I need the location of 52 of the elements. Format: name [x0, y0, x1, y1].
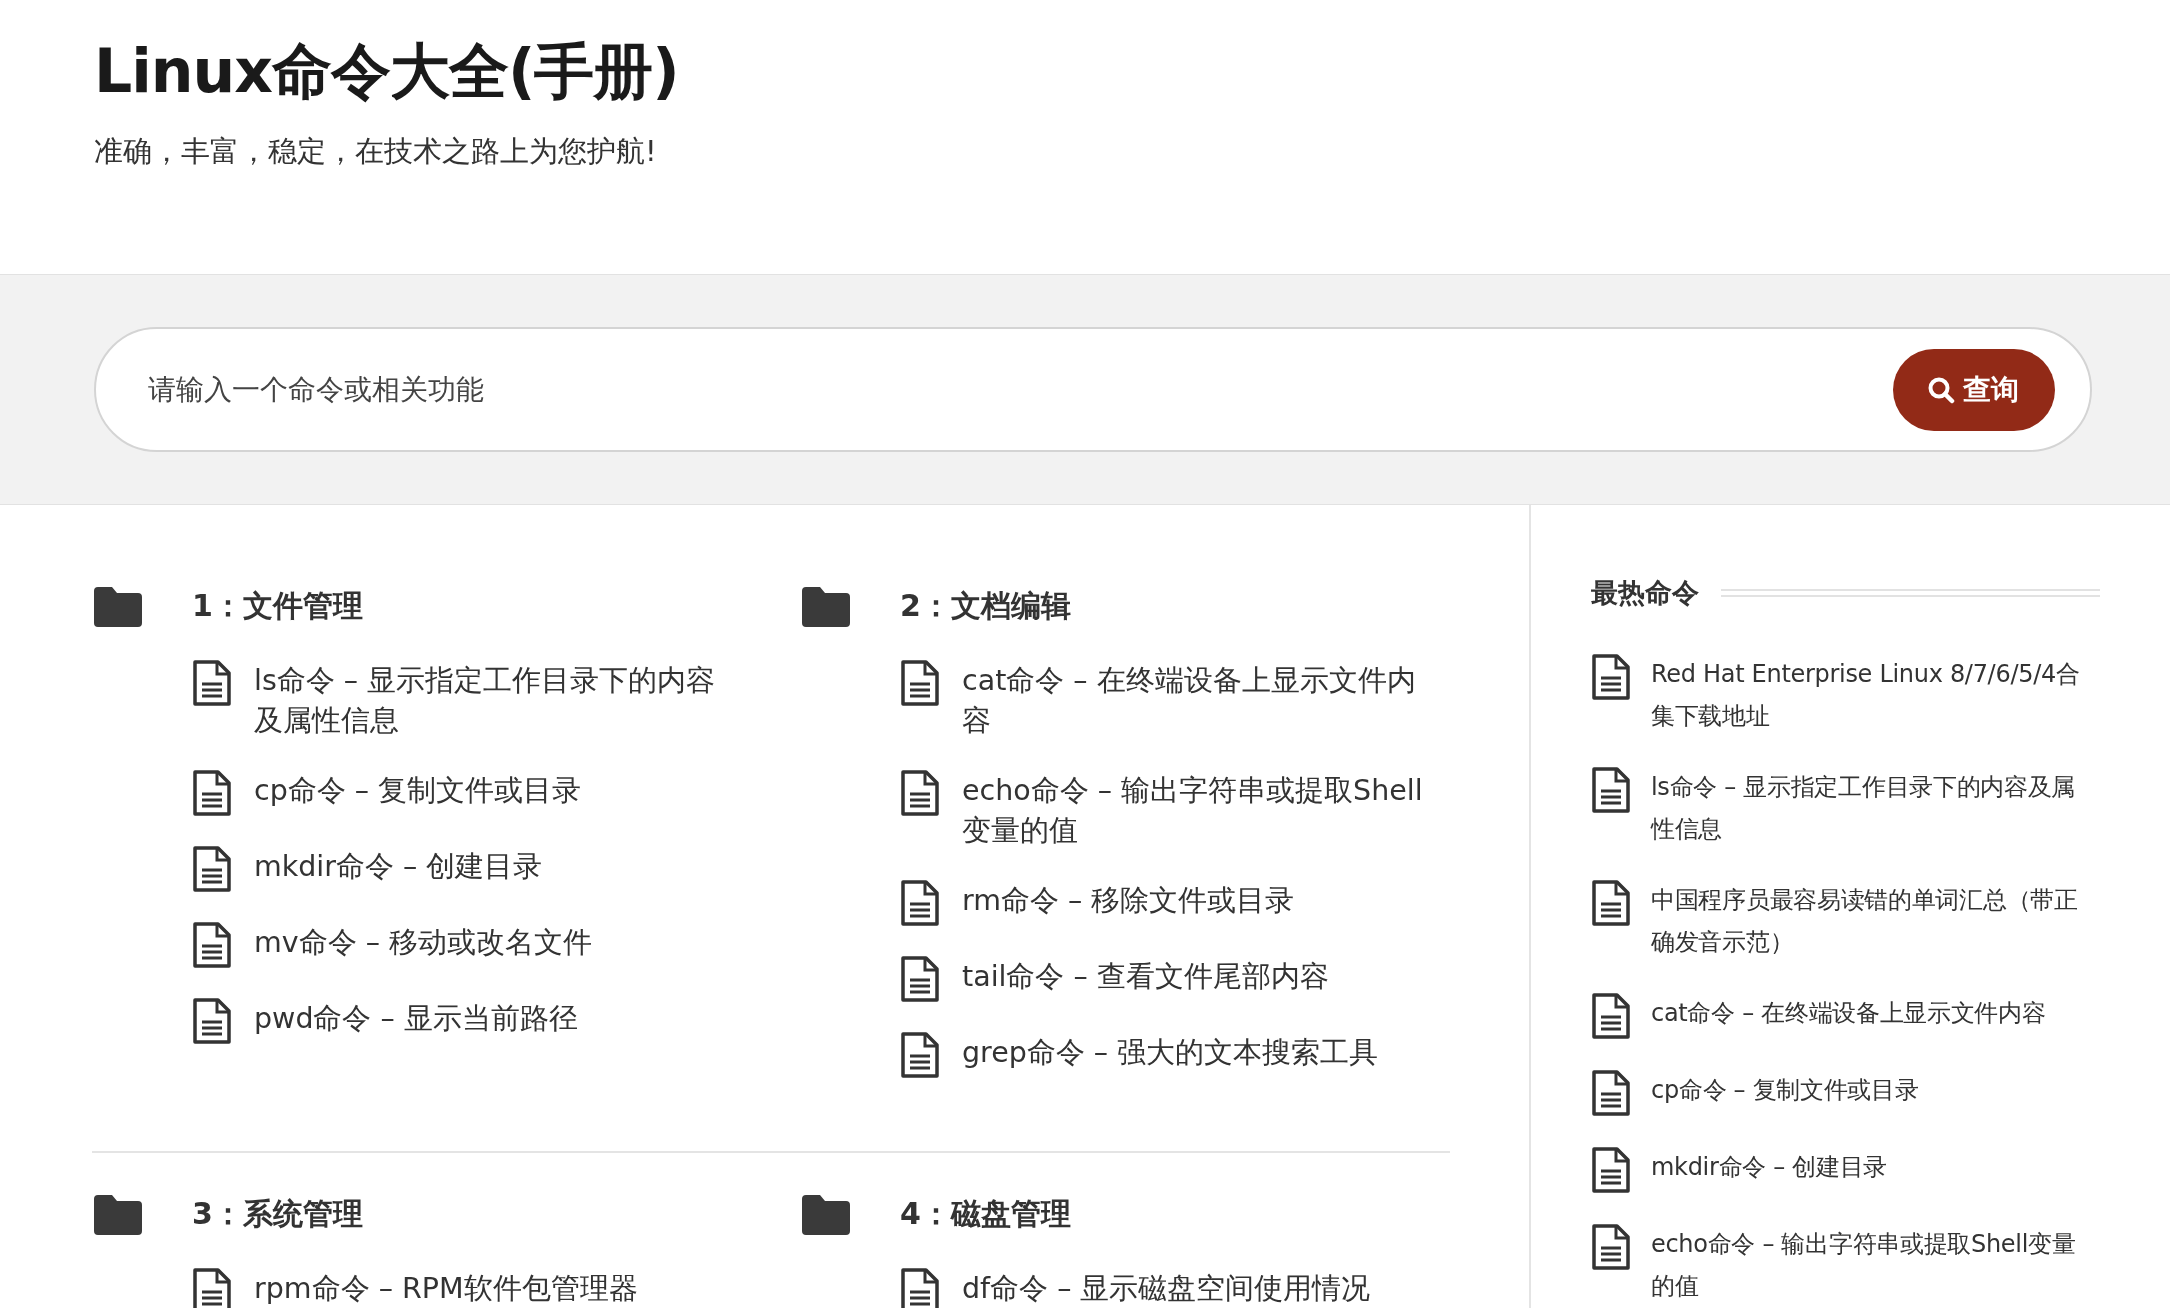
command-link[interactable]: tail命令 – 查看文件尾部内容	[962, 957, 1329, 997]
search-icon	[1927, 375, 1955, 404]
search-field[interactable]: 请输入一个命令或相关功能 查询	[94, 327, 2092, 452]
command-link[interactable]: pwd命令 – 显示当前路径	[254, 999, 578, 1039]
document-icon	[192, 845, 232, 893]
document-icon	[900, 659, 940, 707]
hot-command-link[interactable]: cp命令 – 复制文件或目录	[1651, 1069, 1919, 1111]
sidebar-heading: 最热命令	[1591, 576, 1699, 610]
document-icon	[1591, 766, 1631, 814]
command-link[interactable]: ls命令 – 显示指定工作目录下的内容及属性信息	[254, 661, 724, 741]
command-link[interactable]: rpm命令 – RPM软件包管理器	[254, 1269, 638, 1308]
document-icon	[192, 769, 232, 817]
command-link[interactable]: grep命令 – 强大的文本搜索工具	[962, 1033, 1379, 1073]
folder-icon	[800, 585, 852, 627]
document-icon	[900, 1267, 940, 1308]
hot-command-link[interactable]: ls命令 – 显示指定工作目录下的内容及属性信息	[1651, 766, 2093, 850]
document-icon	[192, 1267, 232, 1308]
folder-icon	[92, 1193, 144, 1235]
document-icon	[1591, 879, 1631, 927]
document-icon	[1591, 653, 1631, 701]
folder-icon	[800, 1193, 852, 1235]
hot-command-link[interactable]: 中国程序员最容易读错的单词汇总（带正确发音示范）	[1651, 879, 2093, 963]
command-link[interactable]: cp命令 – 复制文件或目录	[254, 771, 582, 811]
command-link[interactable]: cat命令 – 在终端设备上显示文件内容	[962, 661, 1432, 741]
document-icon	[900, 769, 940, 817]
hot-command-link[interactable]: mkdir命令 – 创建目录	[1651, 1146, 1888, 1188]
folder-icon	[92, 585, 144, 627]
document-icon	[192, 659, 232, 707]
search-button[interactable]: 查询	[1893, 348, 2055, 431]
document-icon	[900, 955, 940, 1003]
site-title: Linux命令大全(手册)	[94, 35, 680, 108]
document-icon	[192, 921, 232, 969]
hot-command-link[interactable]: Red Hat Enterprise Linux 8/7/6/5/4合集下载地址	[1651, 653, 2093, 737]
site-subtitle: 准确，丰富，稳定，在技术之路上为您护航!	[94, 133, 658, 170]
command-link[interactable]: mkdir命令 – 创建目录	[254, 847, 543, 887]
category-title: 3：系统管理	[192, 1194, 363, 1233]
command-link[interactable]: rm命令 – 移除文件或目录	[962, 881, 1295, 921]
category-title: 1：文件管理	[192, 586, 363, 625]
document-icon	[1591, 1223, 1631, 1271]
hot-command-link[interactable]: cat命令 – 在终端设备上显示文件内容	[1651, 992, 2046, 1034]
document-icon	[1591, 1069, 1631, 1117]
category-title: 2：文档编辑	[900, 586, 1071, 625]
document-icon	[900, 1031, 940, 1079]
document-icon	[900, 879, 940, 927]
command-link[interactable]: echo命令 – 输出字符串或提取Shell变量的值	[962, 771, 1432, 851]
document-icon	[1591, 992, 1631, 1040]
hot-command-link[interactable]: echo命令 – 输出字符串或提取Shell变量的值	[1651, 1223, 2093, 1307]
category-title: 4：磁盘管理	[900, 1194, 1071, 1233]
document-icon	[192, 997, 232, 1045]
document-icon	[1591, 1146, 1631, 1194]
command-link[interactable]: df命令 – 显示磁盘空间使用情况	[962, 1269, 1371, 1308]
command-link[interactable]: mv命令 – 移动或改名文件	[254, 923, 592, 963]
